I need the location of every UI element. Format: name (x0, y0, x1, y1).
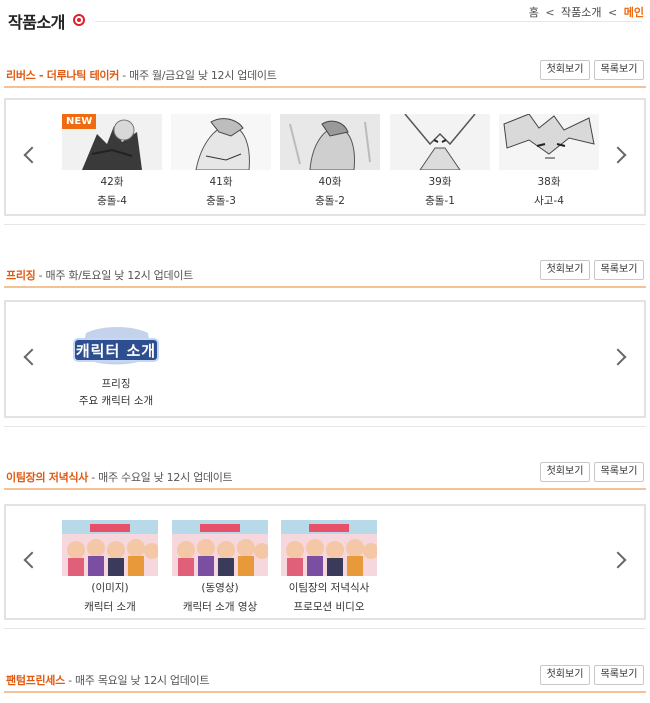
series-header-rule (4, 286, 646, 288)
episode-list-button[interactable]: 목록보기 (594, 665, 644, 685)
breadcrumb-home[interactable]: 홈 (529, 6, 539, 19)
new-badge: NEW (62, 114, 97, 129)
episode-number: 40화 (318, 176, 342, 188)
episode-list-button[interactable]: 목록보기 (594, 260, 644, 280)
promo-thumbnail[interactable] (281, 520, 377, 576)
item-caption-line1: 프리징 (101, 378, 131, 390)
page-title: 작품소개 (8, 13, 65, 32)
promo-card[interactable]: (동영상) 캐릭터 소개 영상 (172, 520, 268, 614)
item-caption: 프리징 주요 캐릭터 소개 (56, 376, 176, 410)
episode-card[interactable]: 40화 충돌-2 (280, 114, 380, 208)
section-divider (4, 628, 646, 629)
episode-title: 충돌-4 (97, 195, 127, 207)
breadcrumb-separator: < (608, 6, 618, 19)
promo-caption-line1: 이팀장의 저녁식사 (288, 582, 370, 594)
chevron-left-icon[interactable] (23, 348, 41, 366)
first-episode-button[interactable]: 첫회보기 (540, 260, 590, 280)
series-header-freezing: 프리징 - 매주 화/토요일 낮 12시 업데이트 첫회보기 목록보기 (0, 258, 650, 290)
episode-list-button[interactable]: 목록보기 (594, 60, 644, 80)
episode-title: 사고-4 (534, 195, 564, 207)
series-name[interactable]: 이팀장의 저녁식사 (6, 471, 88, 484)
series-title: 이팀장의 저녁식사 - 매주 수요일 낮 12시 업데이트 (6, 469, 233, 485)
promo-thumbnail[interactable] (62, 520, 158, 576)
series-name[interactable]: 팬텀프린세스 (6, 674, 65, 687)
header-divider (95, 21, 642, 22)
breadcrumb: 홈 < 작품소개 < 메인 (529, 4, 644, 20)
promo-card[interactable]: 이팀장의 저녁식사 프로모션 비디오 (274, 520, 384, 614)
chevron-right-icon[interactable] (609, 348, 627, 366)
character-group-image (172, 520, 268, 576)
series-header-reverse: 리버스 - 더루나틱 테이커 - 매주 월/금요일 낮 12시 업데이트 첫회보… (0, 58, 650, 90)
series-title: 팬텀프린세스 - 매주 목요일 낮 12시 업데이트 (6, 672, 209, 688)
series-schedule: - 매주 목요일 낮 12시 업데이트 (64, 674, 210, 687)
manga-panel-image (280, 114, 380, 170)
episode-list-button[interactable]: 목록보기 (594, 462, 644, 482)
content-carousel-dinner: (이미지) 캐릭터 소개 (동영상) 캐릭터 소개 영상 이팀장의 저녁식사 프… (4, 504, 646, 620)
episode-thumbnail[interactable] (280, 114, 380, 170)
series-schedule: - 매주 화/토요일 낮 12시 업데이트 (35, 269, 194, 282)
manga-panel-image (390, 114, 490, 170)
series-schedule: - 매주 수요일 낮 12시 업데이트 (88, 471, 233, 484)
character-group-image (281, 520, 377, 576)
episode-thumbnail[interactable] (171, 114, 271, 170)
section-divider (4, 224, 646, 225)
promo-caption-line2: 캐릭터 소개 영상 (182, 601, 258, 613)
episode-title: 충돌-1 (425, 195, 455, 207)
series-name[interactable]: 리버스 - 더루나틱 테이커 (6, 69, 119, 82)
manga-panel-image (171, 114, 271, 170)
content-carousel-freezing: 캐릭터 소개 프리징 주요 캐릭터 소개 (4, 300, 646, 418)
episode-thumbnail[interactable] (499, 114, 599, 170)
breadcrumb-section[interactable]: 작품소개 (561, 6, 601, 19)
page-header: 작품소개 홈 < 작품소개 < 메인 (0, 0, 650, 34)
promo-caption-line2: 캐릭터 소개 (84, 601, 136, 613)
first-episode-button[interactable]: 첫회보기 (540, 60, 590, 80)
episode-card[interactable]: 39화 충돌-1 (390, 114, 490, 208)
manga-panel-image (499, 114, 599, 170)
episode-card[interactable]: 38화 사고-4 (499, 114, 599, 208)
breadcrumb-current[interactable]: 메인 (624, 6, 644, 19)
series-name[interactable]: 프리징 (6, 269, 36, 282)
promo-caption-line1: (동영상) (201, 582, 239, 594)
series-header-rule (4, 86, 646, 88)
episode-number: 38화 (537, 176, 561, 188)
first-episode-button[interactable]: 첫회보기 (540, 665, 590, 685)
chevron-right-icon[interactable] (609, 146, 627, 164)
chevron-left-icon[interactable] (23, 146, 41, 164)
series-header-rule (4, 488, 646, 490)
episode-title: 충돌-3 (206, 195, 236, 207)
first-episode-button[interactable]: 첫회보기 (540, 462, 590, 482)
series-header-dinner: 이팀장의 저녁식사 - 매주 수요일 낮 12시 업데이트 첫회보기 목록보기 (0, 460, 650, 492)
episode-card[interactable]: 41화 충돌-3 (171, 114, 271, 208)
target-icon (73, 14, 85, 26)
episode-number: 39화 (428, 176, 452, 188)
item-caption-line2: 주요 캐릭터 소개 (78, 395, 154, 407)
episode-thumbnail[interactable]: NEW (62, 114, 162, 170)
promo-card[interactable]: (이미지) 캐릭터 소개 (62, 520, 158, 614)
chevron-right-icon[interactable] (609, 551, 627, 569)
episode-title: 충돌-2 (315, 195, 345, 207)
episode-thumbnail[interactable] (390, 114, 490, 170)
promo-caption-line2: 프로모션 비디오 (293, 601, 365, 613)
character-group-image (62, 520, 158, 576)
promo-caption-line1: (이미지) (91, 582, 129, 594)
breadcrumb-separator: < (545, 6, 555, 19)
episode-card[interactable]: NEW 42화 충돌-4 (62, 114, 162, 208)
series-header-rule (4, 691, 646, 693)
episode-carousel-reverse: NEW 42화 충돌-4 41화 충돌-3 40화 충돌-2 39화 충돌-1 … (4, 98, 646, 216)
promo-thumbnail[interactable] (172, 520, 268, 576)
series-schedule: - 매주 월/금요일 낮 12시 업데이트 (119, 69, 277, 82)
chevron-left-icon[interactable] (23, 551, 41, 569)
logo-text: 캐릭터 소개 (75, 342, 157, 360)
series-title: 프리징 - 매주 화/토요일 낮 12시 업데이트 (6, 267, 193, 283)
episode-number: 42화 (100, 176, 124, 188)
character-intro-logo[interactable]: 캐릭터 소개 (72, 327, 160, 371)
section-divider (4, 426, 646, 427)
series-title: 리버스 - 더루나틱 테이커 - 매주 월/금요일 낮 12시 업데이트 (6, 67, 277, 83)
episode-number: 41화 (209, 176, 233, 188)
series-header-phantom: 팬텀프린세스 - 매주 목요일 낮 12시 업데이트 첫회보기 목록보기 (0, 663, 650, 695)
